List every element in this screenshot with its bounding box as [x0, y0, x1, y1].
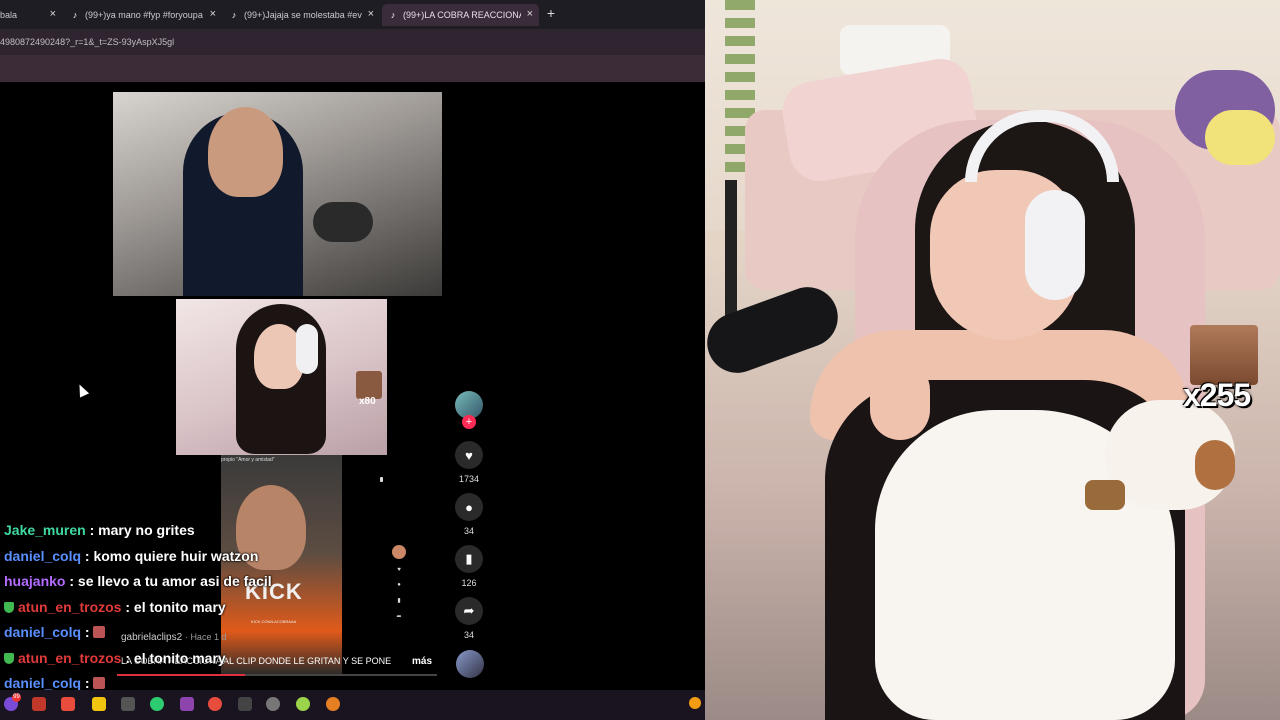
app-icon[interactable] [238, 697, 252, 711]
mouse-cursor-icon [74, 382, 90, 398]
tab-label: (99+)Jajaja se molestaba #evap [244, 10, 362, 20]
save-action[interactable]: ▮ 126 [452, 545, 486, 588]
sound-disc-icon[interactable] [456, 650, 484, 678]
share-icon: ➦ [396, 614, 402, 620]
microphone-icon [313, 202, 373, 242]
chat-text: : el tonito mary [125, 649, 226, 666]
notification-icon[interactable] [689, 697, 701, 709]
app-icon[interactable] [150, 697, 164, 711]
like-action[interactable]: ♥ 1734 [452, 441, 486, 484]
chat-message: atun_en_trozos : el tonito mary [4, 595, 272, 621]
like-count: 1734 [458, 474, 480, 484]
video-frame-girl[interactable]: x80 [176, 299, 387, 455]
comment-count: 34 [463, 526, 474, 536]
chat-username[interactable]: Jake_muren [4, 522, 86, 538]
emote-icon [93, 677, 106, 689]
url-text: 4980872490248?_r=1&_t=ZS-93yAspXJ5gl [0, 37, 175, 47]
chat-username[interactable]: daniel_colq [4, 675, 81, 691]
moderator-badge-icon [4, 601, 14, 613]
app-icon[interactable] [32, 697, 46, 711]
comment-action[interactable]: ● 34 [452, 493, 486, 536]
tab-label: (99+)LA COBRA REACCIONA AL [403, 10, 521, 20]
chat-username[interactable]: atun_en_trozos [18, 650, 121, 666]
comment-icon[interactable]: ● [455, 493, 483, 521]
video-frame-streamer[interactable] [113, 92, 442, 296]
cursor-dot-icon [380, 477, 383, 482]
share-action[interactable]: ➦ 34 [452, 597, 486, 640]
emote-icon [1190, 325, 1258, 385]
tab-3-active[interactable]: ♪ (99+)LA COBRA REACCIONA AL × [382, 4, 539, 26]
app-icon[interactable] [92, 697, 106, 711]
chat-username[interactable]: atun_en_trozos [18, 599, 121, 615]
webcam-feed: x255 [705, 0, 1280, 720]
emote-combo-counter: x255 [1183, 377, 1251, 413]
app-icon[interactable] [266, 697, 280, 711]
chat-text: : [84, 675, 90, 691]
chat-username[interactable]: huajanko [4, 573, 65, 589]
tab-2[interactable]: ♪ (99+)Jajaja se molestaba #evap × [223, 4, 380, 26]
chat-message: atun_en_trozos : el tonito mary [4, 646, 272, 672]
emote-icon [356, 371, 382, 399]
share-count: 34 [463, 630, 474, 640]
tab-label: bala [0, 10, 18, 20]
chat-text: : se llevo a tu amor asi de facil [69, 573, 272, 589]
app-icon[interactable] [180, 697, 194, 711]
tiktok-icon: ♪ [72, 10, 78, 20]
streamer-hand [870, 360, 930, 440]
chat-username[interactable]: daniel_colq [4, 624, 81, 640]
heart-icon[interactable]: ♥ [455, 441, 483, 469]
new-tab-button[interactable]: + [545, 5, 557, 21]
tiktok-icon: ♪ [390, 10, 396, 20]
bookmark-icon[interactable]: ▮ [455, 545, 483, 573]
chat-text: : el tonito mary [125, 598, 226, 615]
chat-message: Jake_muren : mary no grites [4, 518, 272, 544]
heart-icon: ♥ [397, 567, 401, 573]
chat-text: : komo quiere huir watzon [84, 547, 259, 564]
tab-0[interactable]: bala × [0, 4, 62, 26]
streamer-face [208, 107, 283, 197]
chat-username[interactable]: daniel_colq [4, 548, 81, 564]
address-bar[interactable]: 4980872490248?_r=1&_t=ZS-93yAspXJ5gl [0, 29, 705, 55]
share-icon[interactable]: ➦ [455, 597, 483, 625]
moderator-badge-icon [4, 652, 14, 664]
close-icon[interactable]: × [527, 8, 533, 20]
chat-message: daniel_colq : [4, 620, 272, 646]
tab-1[interactable]: ♪ (99+)ya mano #fyp #foryoupag × [64, 4, 222, 26]
headset-icon [1025, 190, 1085, 300]
tiktok-icon: ♪ [231, 10, 237, 20]
app-icon[interactable] [61, 697, 75, 711]
chat-message: daniel_colq : komo quiere huir watzon [4, 544, 272, 570]
browser-capture: bala × ♪ (99+)ya mano #fyp #foryoupag × … [0, 0, 705, 720]
chrome-icon[interactable] [208, 697, 222, 711]
inner-caption: propio "Amor y amistad" [221, 457, 275, 463]
app-icon[interactable] [121, 697, 135, 711]
close-icon[interactable]: × [50, 8, 56, 20]
chat-text: : [84, 624, 90, 640]
more-link[interactable]: más [412, 656, 432, 667]
emote-counter: x80 [359, 396, 376, 407]
inner-action-rail: ♥ ● ▮ ➦ [392, 545, 406, 629]
plush-toy [1205, 110, 1275, 165]
headset-icon [296, 324, 318, 374]
bookmark-icon: ▮ [397, 598, 401, 604]
app-icon[interactable] [326, 697, 340, 711]
save-count: 126 [461, 578, 477, 588]
app-icon[interactable] [296, 697, 310, 711]
chat-text: : mary no grites [89, 522, 195, 538]
dog-bow [1085, 480, 1125, 510]
chat-message: huajanko : se llevo a tu amor asi de fac… [4, 569, 272, 595]
dog-ear [1195, 440, 1235, 490]
emote-icon [93, 626, 106, 638]
follow-plus-icon[interactable]: + [462, 415, 476, 429]
tab-label: (99+)ya mano #fyp #foryoupag [85, 10, 203, 20]
tab-bar: bala × ♪ (99+)ya mano #fyp #foryoupag × … [0, 0, 705, 29]
close-icon[interactable]: × [368, 8, 374, 20]
comment-icon: ● [397, 582, 401, 588]
avatar-icon [392, 545, 406, 559]
page-header-strip [0, 55, 705, 82]
notification-badge: 99 [12, 693, 21, 702]
close-icon[interactable]: × [210, 8, 216, 20]
